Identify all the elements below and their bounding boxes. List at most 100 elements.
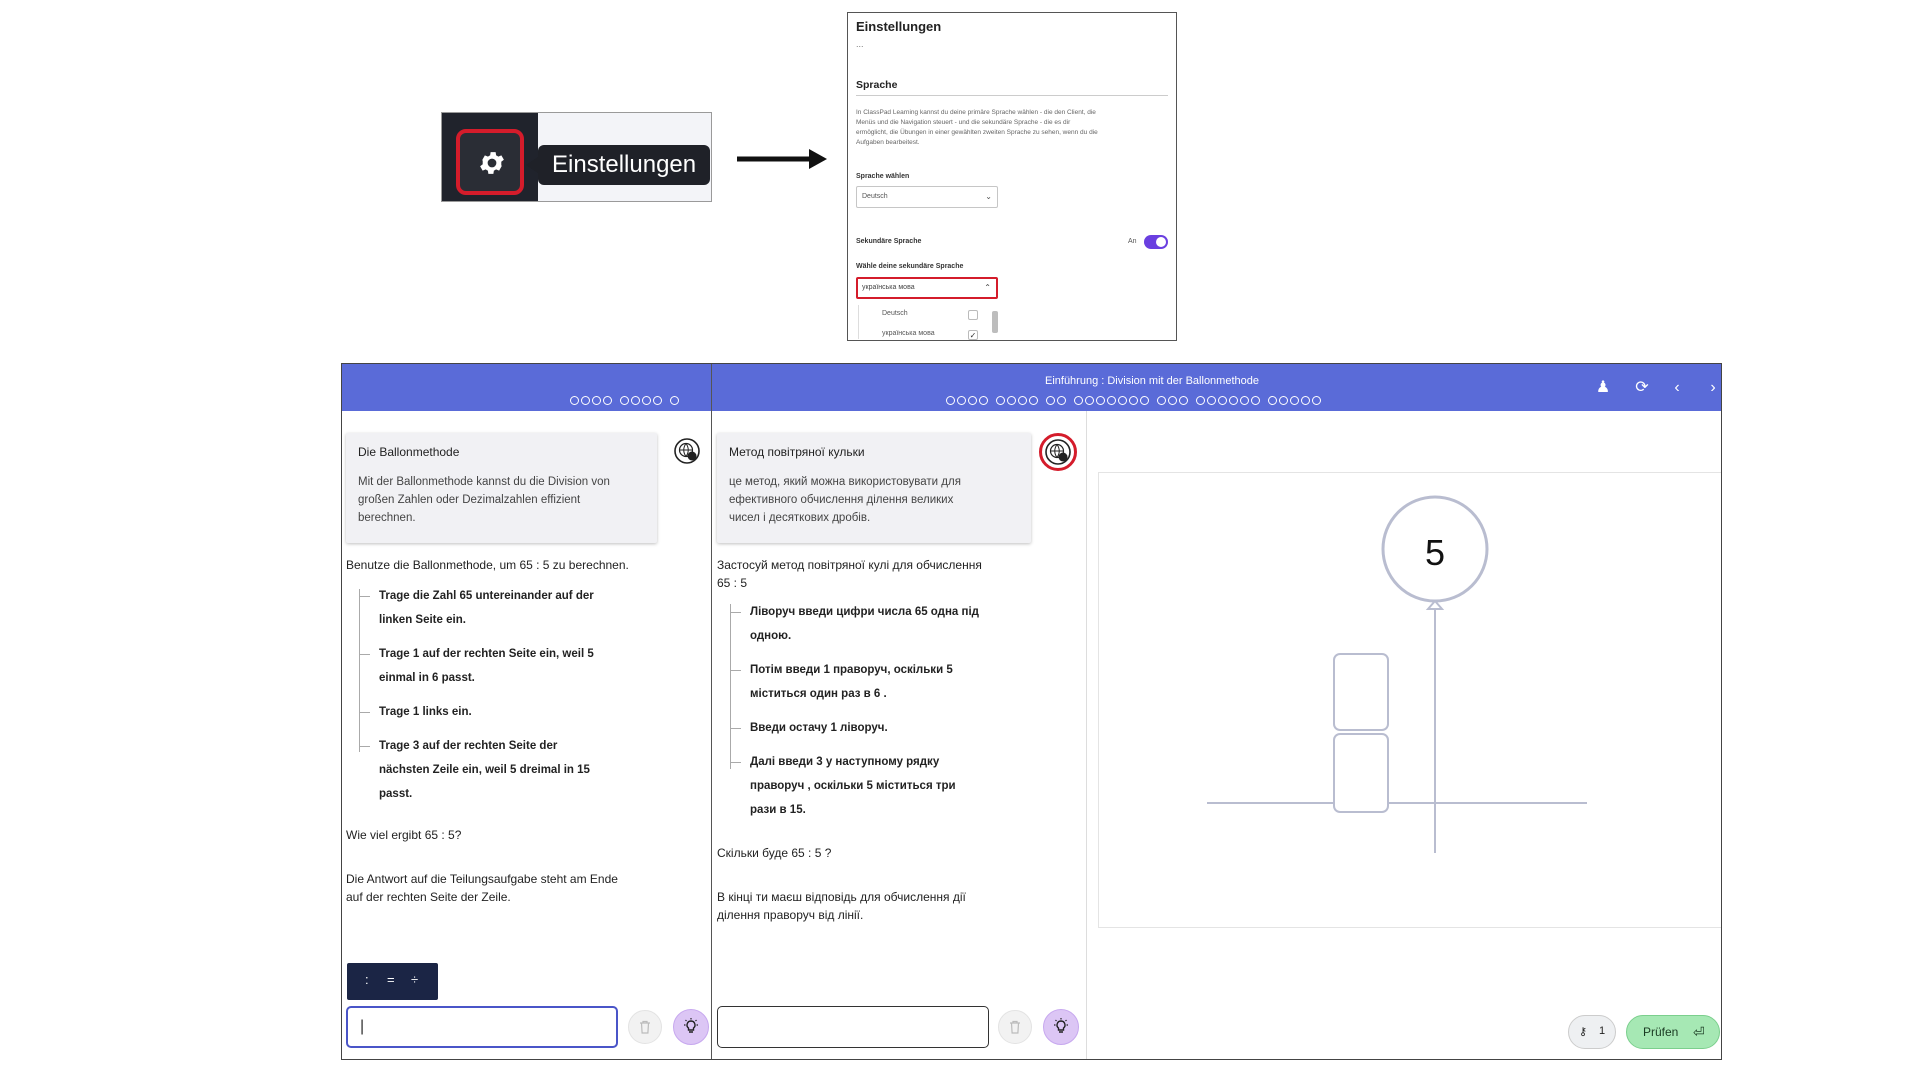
progress-dot[interactable] [1007,396,1016,405]
enter-icon: ⏎ [1693,1024,1705,1040]
secondary-language-toggle[interactable] [1144,235,1168,249]
progress-dot[interactable] [1096,396,1105,405]
progress-dot[interactable] [1229,396,1238,405]
exercise-title: Einführung : Division mit der Ballonmeth… [1044,375,1259,387]
progress-dot[interactable] [631,396,640,405]
pane-divider-2 [1086,411,1087,1059]
step-tick [731,728,741,729]
step-item: Trage 1 auf der rechten Seite ein, weil … [379,648,594,684]
equals-button[interactable]: = [387,972,395,987]
settings-button[interactable] [456,129,524,195]
progress-dot[interactable] [1168,396,1177,405]
progress-dot[interactable] [1057,396,1066,405]
trash-button[interactable] [998,1010,1032,1044]
choose-secondary-label: Wähle deine sekundäre Sprache [856,263,964,270]
settings-callout: Einstellungen [441,112,712,202]
progress-dot[interactable] [1046,396,1055,405]
option-checkbox[interactable] [968,310,978,320]
progress-dot[interactable] [968,396,977,405]
operator-toolbar: : = ÷ [347,963,438,1000]
translate-globe-icon[interactable] [673,437,701,465]
progress-dot[interactable] [670,396,679,405]
progress-dot[interactable] [1118,396,1127,405]
step-guide-line [359,589,360,752]
choose-language-label: Sprache wählen [856,173,910,180]
progress-dot[interactable] [1312,396,1321,405]
hint-button[interactable] [1043,1009,1079,1045]
text-cursor: | [360,1018,365,1035]
progress-dot[interactable] [946,396,955,405]
option-checkbox-checked[interactable]: ✓ [968,330,978,340]
answer-input[interactable]: | [346,1006,618,1048]
key-button[interactable]: ⚷ 1 [1568,1015,1616,1049]
toggle-label: An [1128,238,1137,245]
step-item: Потім введи 1 праворуч, оскільки 5 містит… [750,664,953,700]
balloon-number: 5 [1425,532,1445,573]
progress-dot[interactable] [1196,396,1205,405]
primary-language-select[interactable]: Deutsch ⌄ [856,186,998,208]
progress-dot[interactable] [1218,396,1227,405]
progress-dot[interactable] [1029,396,1038,405]
progress-dot[interactable] [1290,396,1299,405]
language-section-title: Sprache [856,79,898,91]
progress-dot[interactable] [957,396,966,405]
lightbulb-icon [1054,1018,1068,1033]
progress-dot[interactable] [1279,396,1288,405]
chevron-left-icon[interactable]: ‹ [1667,378,1687,398]
progress-dot[interactable] [1251,396,1260,405]
card-line: berechnen. [358,512,416,524]
chevron-right-icon[interactable]: › [1703,378,1721,398]
language-option[interactable]: українська мова [882,330,935,337]
progress-dot[interactable] [1301,396,1310,405]
key-count: 1 [1599,1025,1606,1037]
card-body: Mit der Ballonmethode kannst du die Divi… [358,473,610,527]
key-icon: ⚷ [1579,1026,1588,1038]
progress-dot[interactable] [996,396,1005,405]
step-tick [360,746,370,747]
progress-dot[interactable] [570,396,579,405]
balloon-canvas[interactable]: 5 [1098,472,1721,928]
progress-dot[interactable] [1129,396,1138,405]
hint-button[interactable] [673,1009,709,1045]
step-tick [731,612,741,613]
settings-tooltip: Einstellungen [525,145,711,185]
progress-dot[interactable] [620,396,629,405]
progress-dot[interactable] [642,396,651,405]
language-option[interactable]: Deutsch [882,310,908,317]
answer-input[interactable] [717,1006,989,1048]
progress-dot[interactable] [581,396,590,405]
progress-dot[interactable] [1240,396,1249,405]
trash-button[interactable] [628,1010,662,1044]
person-icon[interactable]: ♟ [1593,378,1613,398]
progress-dot[interactable] [653,396,662,405]
language-description: In ClassPad Learning kannst du deine pri… [856,109,1098,146]
progress-dot[interactable] [1157,396,1166,405]
progress-dot[interactable] [1018,396,1027,405]
division-sign-button[interactable]: ÷ [411,972,418,987]
progress-dot[interactable] [1140,396,1149,405]
translate-globe-icon[interactable] [1044,438,1072,466]
refresh-icon[interactable]: ⟳ [1632,378,1652,398]
card-line: großen Zahlen oder Dezimalzahlen effizie… [358,494,581,506]
progress-dot[interactable] [592,396,601,405]
card-body: це метод, який можна використовувати для… [729,473,961,527]
progress-dot[interactable] [979,396,988,405]
gear-icon [480,152,504,174]
card-line: це метод, який можна використовувати для [729,476,961,488]
secondary-language-select[interactable]: українська мова ⌃ [856,277,998,299]
progress-dot[interactable] [603,396,612,405]
dropdown-scrollbar[interactable] [992,311,998,333]
progress-dot[interactable] [1074,396,1083,405]
step-item: Trage 3 auf der rechten Seite der nächste… [379,740,590,800]
hint-text: В кінці ти маєш відповідь для обчислення… [717,890,966,922]
progress-dot[interactable] [1085,396,1094,405]
progress-dot[interactable] [1179,396,1188,405]
progress-dot[interactable] [1207,396,1216,405]
divide-colon-button[interactable]: : [365,972,369,987]
card-line: чисел і десяткових дробів. [729,512,871,524]
intro-card: Die Ballonmethode Mit der Ballonmethode … [346,433,657,543]
trash-icon [1010,1020,1020,1034]
progress-dot[interactable] [1268,396,1277,405]
check-button[interactable]: Prüfen ⏎ [1626,1015,1720,1049]
progress-dot[interactable] [1107,396,1116,405]
